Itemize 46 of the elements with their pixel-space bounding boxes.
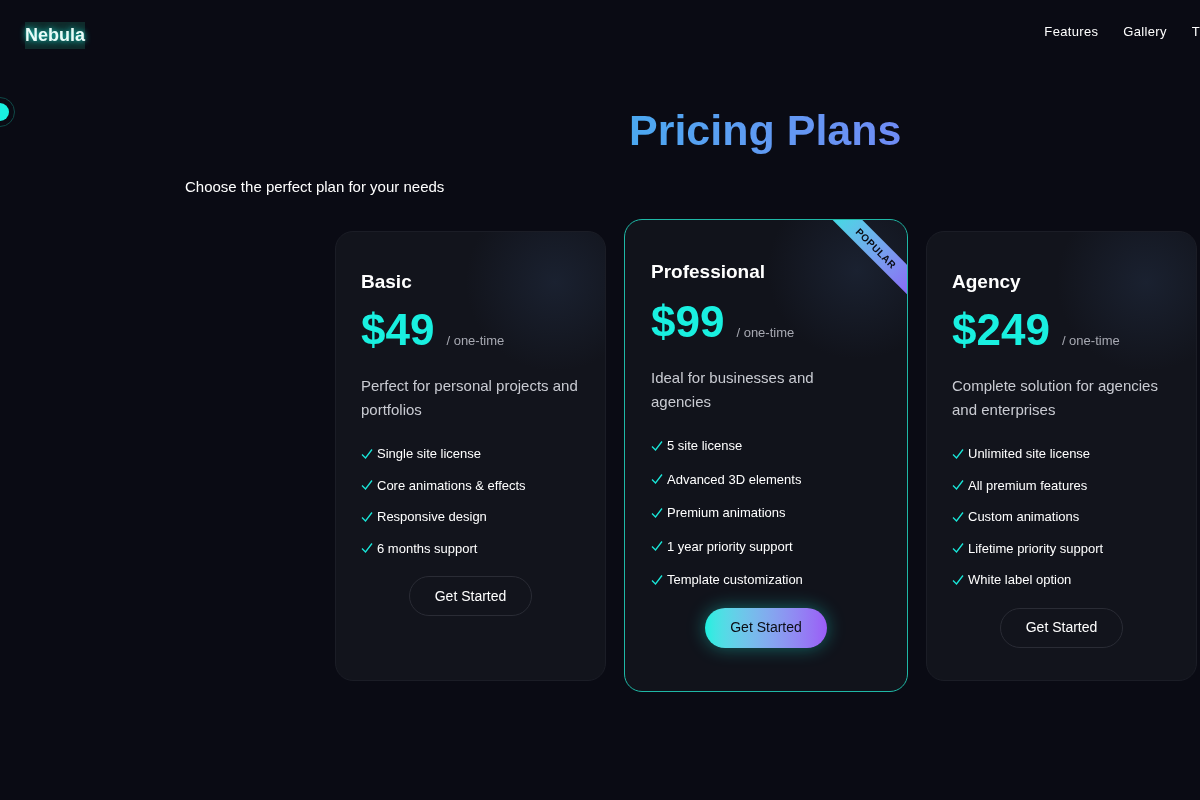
feature-text: 1 year priority support <box>667 537 793 556</box>
check-icon <box>651 439 663 452</box>
feature-text: Advanced 3D elements <box>667 470 802 489</box>
check-icon <box>952 447 964 460</box>
check-icon <box>651 540 663 553</box>
price-period: / one-time <box>736 323 795 342</box>
plan-price: $99 <box>651 300 725 344</box>
plan-name: Basic <box>361 269 413 294</box>
check-icon <box>952 542 964 555</box>
check-icon <box>952 479 964 492</box>
plan-description: Perfect for personal projects and portfolios <box>361 376 579 420</box>
nav-link[interactable]: Gallery <box>1123 22 1167 42</box>
check-icon <box>651 573 663 586</box>
plan-name: Agency <box>952 269 1022 294</box>
feature-text: Core animations & effects <box>377 476 526 495</box>
logo[interactable]: Nebula <box>25 21 85 49</box>
feature-text: White label option <box>968 571 1072 589</box>
check-icon <box>361 479 373 492</box>
check-icon <box>361 447 373 460</box>
check-icon <box>361 542 373 555</box>
get-started-button[interactable]: Get Started <box>705 607 827 648</box>
plan-price: $249 <box>952 308 1050 352</box>
plan-description: Complete solution for agencies and enterprises <box>952 376 1159 420</box>
feature-text: Premium animations <box>667 504 786 522</box>
price-period: / one-time <box>446 331 505 350</box>
feature-text: Custom animations <box>968 508 1080 526</box>
price-period: / one-time <box>1061 331 1120 350</box>
check-icon <box>651 506 663 519</box>
feature-text: Unlimited site license <box>968 445 1091 463</box>
check-icon <box>952 573 964 586</box>
check-icon <box>361 510 373 523</box>
feature-text: 5 site license <box>667 437 743 455</box>
feature-text: Template customization <box>667 571 803 589</box>
feature-text: Responsive design <box>377 508 487 526</box>
page-subtitle: Choose the perfect plan for your needs <box>185 177 446 197</box>
check-icon <box>952 510 964 523</box>
plan-name: Professional <box>651 259 767 284</box>
nav-link[interactable]: Features <box>1044 22 1099 42</box>
feature-text: All premium features <box>968 476 1088 495</box>
feature-text: Single site license <box>377 445 482 463</box>
feature-text: Lifetime priority support <box>968 539 1104 558</box>
nav-link[interactable]: T <box>1191 22 1200 42</box>
plan-price: $49 <box>361 308 435 352</box>
plan-description: Ideal for businesses and agencies <box>651 368 815 412</box>
check-icon <box>651 473 663 486</box>
feature-text: 6 months support <box>377 539 478 558</box>
